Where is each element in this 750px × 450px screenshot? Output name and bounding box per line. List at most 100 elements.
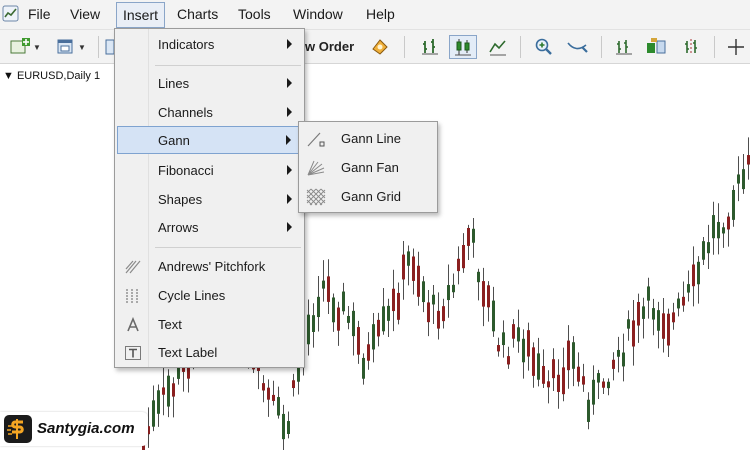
candle-body — [167, 375, 170, 407]
candlestick-button[interactable] — [449, 35, 477, 59]
candle-body — [492, 300, 495, 332]
menu-item-arrows[interactable]: Arrows — [117, 215, 302, 241]
menu-item-label: Arrows — [158, 220, 199, 235]
menu-insert[interactable]: Insert — [116, 2, 166, 28]
candle-body — [577, 366, 580, 382]
new-chart-button[interactable]: ▼ — [6, 35, 44, 59]
chart-shift-button[interactable] — [612, 35, 636, 59]
candle-body — [482, 281, 485, 307]
tile-windows-button[interactable] — [644, 35, 668, 59]
menu-item-lines[interactable]: Lines — [117, 71, 302, 97]
insert-menu-dropdown: Indicators Lines Channels Gann Fibonacci… — [114, 28, 305, 368]
submenu-item-gann-line[interactable]: Gann Line — [301, 125, 435, 153]
autotrading-button[interactable] — [368, 35, 392, 59]
candle-body — [507, 356, 510, 365]
new-order-label[interactable]: w Order — [305, 39, 354, 54]
menu-item-channels[interactable]: Channels — [117, 100, 302, 126]
menu-item-andrews-pitchfork[interactable]: Andrews' Pitchfork — [117, 254, 302, 280]
crosshair-button[interactable] — [726, 35, 746, 59]
toolbar-separator — [98, 36, 99, 58]
menu-file[interactable]: File — [28, 6, 51, 22]
candle-body — [727, 216, 730, 230]
zoom-in-button[interactable] — [532, 35, 556, 59]
candle-body — [432, 294, 435, 305]
candle-body — [512, 324, 515, 339]
menu-item-fibonacci[interactable]: Fibonacci — [117, 158, 302, 184]
autotrading-icon — [372, 39, 388, 55]
line-chart-button[interactable] — [486, 35, 510, 59]
gann-submenu: Gann Line Gann Fan Gann Grid — [298, 121, 438, 213]
candle-body — [722, 227, 725, 234]
candle-body — [337, 307, 340, 331]
candle-body — [467, 227, 470, 246]
candle-body — [647, 286, 650, 301]
menu-item-cycle-lines[interactable]: Cycle Lines — [117, 283, 302, 309]
candle-body — [662, 313, 665, 339]
candle-body — [332, 297, 335, 323]
candle-body — [557, 374, 560, 392]
menu-item-shapes[interactable]: Shapes — [117, 187, 302, 213]
tile-windows-icon — [647, 38, 666, 54]
chart-title-suffix: 1 — [93, 70, 101, 82]
menu-item-label: Cycle Lines — [158, 288, 226, 303]
submenu-arrow-icon — [286, 135, 291, 145]
candle-body — [477, 271, 480, 283]
menu-tools[interactable]: Tools — [238, 6, 271, 22]
menu-item-label: Channels — [158, 105, 213, 120]
submenu-arrow-icon — [287, 39, 292, 49]
chart-shift-icon — [616, 40, 632, 55]
candle-body — [532, 347, 535, 376]
candle-body — [707, 242, 710, 254]
candle-body — [352, 310, 355, 337]
submenu-arrow-icon — [287, 165, 292, 175]
candle-body — [417, 265, 420, 297]
submenu-arrow-icon — [287, 107, 292, 117]
bar-chart-button[interactable] — [418, 35, 442, 59]
candle-body — [687, 284, 690, 293]
submenu-item-gann-fan[interactable]: Gann Fan — [301, 154, 435, 182]
submenu-arrow-icon — [287, 222, 292, 232]
toolbar-separator — [520, 36, 521, 58]
candle-body — [627, 319, 630, 329]
menu-item-label: Andrews' Pitchfork — [158, 259, 266, 274]
menu-item-text-label[interactable]: Text Label — [117, 340, 302, 366]
submenu-item-gann-grid[interactable]: Gann Grid — [301, 183, 435, 211]
menu-charts[interactable]: Charts — [177, 6, 218, 22]
profiles-icon — [57, 39, 73, 54]
menu-item-label: Fibonacci — [158, 163, 214, 178]
zoom-out-button[interactable] — [564, 35, 592, 59]
candle-body — [312, 315, 315, 332]
submenu-arrow-icon — [287, 78, 292, 88]
toolbar: ▼ ▼ w Order — [0, 30, 750, 64]
gann-fan-icon — [306, 159, 326, 177]
candle-body — [277, 397, 280, 416]
candle-body — [552, 359, 555, 379]
candle-body — [382, 306, 385, 332]
menu-item-text[interactable]: Text — [117, 312, 302, 338]
candlestick-icon — [455, 39, 471, 56]
candle-body — [537, 353, 540, 380]
menu-help[interactable]: Help — [366, 6, 395, 22]
candle-body — [392, 288, 395, 312]
candle-body — [427, 302, 430, 323]
chevron-down-icon: ▼ — [78, 42, 86, 52]
menu-view[interactable]: View — [70, 6, 100, 22]
text-icon — [123, 316, 143, 334]
menu-item-gann[interactable]: Gann — [117, 126, 302, 154]
chevron-down-icon: ▼ — [33, 42, 41, 52]
profiles-button[interactable]: ▼ — [52, 35, 90, 59]
menu-window[interactable]: Window — [293, 6, 343, 22]
candle-body — [632, 320, 635, 347]
candle-body — [522, 338, 525, 363]
candle-body — [582, 376, 585, 385]
menu-item-indicators[interactable]: Indicators — [117, 32, 302, 58]
period-separators-button[interactable] — [680, 35, 704, 59]
candle-body — [282, 413, 285, 440]
candle-body — [267, 387, 270, 400]
menu-bar: File View Insert Charts Tools Window Hel… — [0, 0, 750, 30]
candle-body — [692, 264, 695, 287]
candle-body — [152, 400, 155, 427]
cycle-lines-icon — [123, 287, 143, 305]
candle-body — [607, 381, 610, 389]
candle-body — [497, 345, 500, 352]
